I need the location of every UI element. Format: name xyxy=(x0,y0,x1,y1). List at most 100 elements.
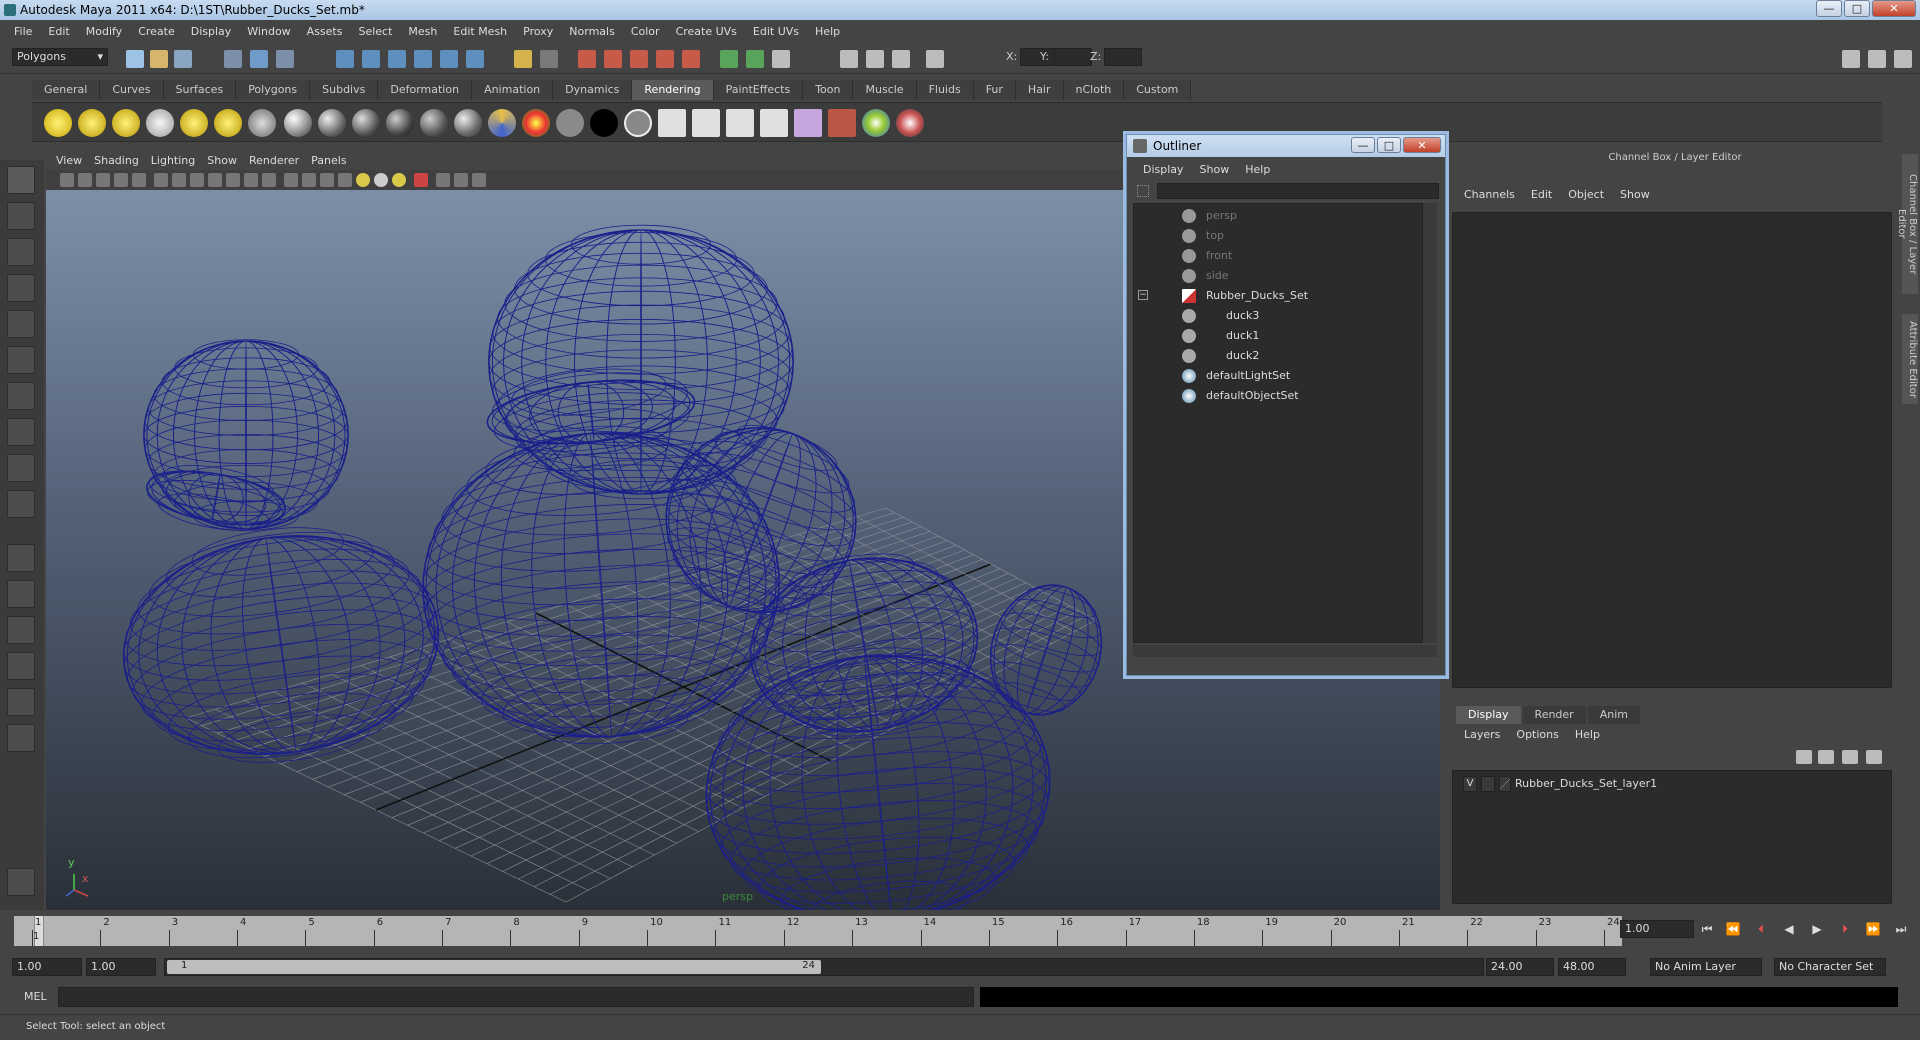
move-layer-down-icon[interactable] xyxy=(1866,750,1882,764)
snap-grid-icon[interactable] xyxy=(336,50,354,68)
layout-four-icon[interactable] xyxy=(7,580,35,608)
shading-map-icon[interactable] xyxy=(522,109,550,137)
gate-mask-icon[interactable] xyxy=(208,173,222,187)
grid-toggle-icon[interactable] xyxy=(154,173,168,187)
two-d-pan-icon[interactable] xyxy=(132,173,146,187)
layered-shader-icon[interactable] xyxy=(454,109,482,137)
outliner-item-front[interactable]: front xyxy=(1174,246,1232,266)
shelf-tab-subdivs[interactable]: Subdivs xyxy=(310,80,379,100)
render-settings-shelf-icon[interactable] xyxy=(726,109,754,137)
shelf-tab-toon[interactable]: Toon xyxy=(803,80,854,100)
layer-color-swatch[interactable] xyxy=(1499,776,1511,792)
layer-menu-help[interactable]: Help xyxy=(1567,728,1608,741)
z-field[interactable] xyxy=(1104,48,1142,66)
render-pass-icon[interactable] xyxy=(624,109,652,137)
field-chart-icon[interactable] xyxy=(226,173,240,187)
y-field[interactable] xyxy=(1054,48,1092,66)
outliner-close-button[interactable]: ✕ xyxy=(1403,137,1441,153)
menu-normals[interactable]: Normals xyxy=(561,25,623,38)
layer-tab-display[interactable]: Display xyxy=(1456,706,1521,724)
anim-layer-dropdown[interactable]: No Anim Layer xyxy=(1650,958,1762,976)
character-set-dropdown[interactable]: No Character Set xyxy=(1774,958,1886,976)
outliner-minimize-button[interactable]: — xyxy=(1351,137,1375,153)
phong-icon[interactable] xyxy=(352,109,380,137)
input-ops-icon[interactable] xyxy=(514,50,532,68)
safe-title-icon[interactable] xyxy=(262,173,276,187)
layer-display-type-toggle[interactable] xyxy=(1481,776,1495,792)
paint-icon[interactable] xyxy=(896,109,924,137)
point-light-icon[interactable] xyxy=(112,109,140,137)
show-manipulator-icon[interactable] xyxy=(7,454,35,482)
xray-icon[interactable] xyxy=(436,173,450,187)
history-icon[interactable] xyxy=(466,50,484,68)
select-component-icon[interactable] xyxy=(276,50,294,68)
surface-shader-icon[interactable] xyxy=(556,109,584,137)
construction-history-icon[interactable] xyxy=(578,50,596,68)
x-field[interactable] xyxy=(1020,48,1058,66)
quick-layout-icon[interactable] xyxy=(7,868,35,896)
ipr-render-icon[interactable] xyxy=(630,50,648,68)
use-default-light-icon[interactable] xyxy=(356,173,370,187)
layer-tab-anim[interactable]: Anim xyxy=(1587,706,1640,724)
animation-start-field[interactable]: 1.00 xyxy=(12,958,82,976)
menu-create-uvs[interactable]: Create UVs xyxy=(668,25,745,38)
output-ops-icon[interactable] xyxy=(540,50,558,68)
side-tab-attribute-editor[interactable]: Attribute Editor xyxy=(1902,314,1918,404)
playback-start-field[interactable]: 1.00 xyxy=(86,958,156,976)
shelf-tab-custom[interactable]: Custom xyxy=(1124,80,1192,100)
play-backwards-icon[interactable]: ◀ xyxy=(1778,918,1800,940)
shelf-tab-muscle[interactable]: Muscle xyxy=(853,80,917,100)
scale-tool-icon[interactable] xyxy=(7,346,35,374)
lasso-tool-icon[interactable] xyxy=(7,202,35,230)
shelf-tab-dynamics[interactable]: Dynamics xyxy=(553,80,633,100)
range-handle[interactable]: 1 24 xyxy=(167,960,821,974)
go-to-end-icon[interactable]: ⏭ xyxy=(1890,918,1912,940)
camera-attributes-icon[interactable] xyxy=(78,173,92,187)
layout-outliner-icon[interactable] xyxy=(7,616,35,644)
outliner-menu-show[interactable]: Show xyxy=(1192,163,1238,176)
shelf-tab-hair[interactable]: Hair xyxy=(1015,80,1064,100)
menu-modify[interactable]: Modify xyxy=(78,25,130,38)
shelf-tab-surfaces[interactable]: Surfaces xyxy=(163,80,237,100)
layer-row[interactable]: V Rubber_Ducks_Set_layer1 xyxy=(1453,775,1891,793)
menu-help[interactable]: Help xyxy=(807,25,848,38)
snap-point-icon[interactable] xyxy=(388,50,406,68)
time-slider[interactable]: 1 1 2 3 4 5 6 7 8 9 10 11 12 13 14 15 16 17 18 19 20 21 22 23 2… xyxy=(0,912,1920,952)
maximize-button[interactable]: □ xyxy=(1844,0,1870,17)
shelf-tab-painteffects[interactable]: PaintEffects xyxy=(713,80,804,100)
paint-select-tool-icon[interactable] xyxy=(7,238,35,266)
new-layer-selected-icon[interactable] xyxy=(1818,750,1834,764)
time-slider-track[interactable]: 1 1 2 3 4 5 6 7 8 9 10 11 12 13 14 15 16 17 18 19 20 21 22 23 2… xyxy=(14,916,1622,946)
menuset-dropdown[interactable]: Polygons ▾ xyxy=(12,48,108,66)
shelf-tab-fur[interactable]: Fur xyxy=(973,80,1016,100)
close-button[interactable]: ✕ xyxy=(1872,0,1916,17)
playback-end-field[interactable]: 24.00 xyxy=(1486,958,1554,976)
menu-proxy[interactable]: Proxy xyxy=(515,25,561,38)
textured-icon[interactable] xyxy=(338,173,352,187)
side-tab-channel-box[interactable]: Channel Box / Layer Editor xyxy=(1896,154,1918,294)
shadows-icon[interactable] xyxy=(392,173,406,187)
outliner-maximize-button[interactable]: □ xyxy=(1377,137,1401,153)
outliner-menu-help[interactable]: Help xyxy=(1237,163,1278,176)
hypershade-shelf-icon[interactable] xyxy=(794,109,822,137)
cb-menu-channels[interactable]: Channels xyxy=(1456,188,1523,201)
outliner-item-duck2[interactable]: duck2 xyxy=(1174,346,1259,366)
outliner-item-duck1[interactable]: duck1 xyxy=(1174,326,1259,346)
ipr-icon[interactable] xyxy=(692,109,720,137)
directional-light-icon[interactable] xyxy=(78,109,106,137)
menu-create[interactable]: Create xyxy=(130,25,183,38)
layer-tab-render[interactable]: Render xyxy=(1522,706,1586,724)
shelf-tab-fluids[interactable]: Fluids xyxy=(916,80,974,100)
shelf-tab-animation[interactable]: Animation xyxy=(472,80,554,100)
menu-edit[interactable]: Edit xyxy=(40,25,77,38)
use-all-lights-icon[interactable] xyxy=(374,173,388,187)
hypershade-icon[interactable] xyxy=(682,50,700,68)
area-light-icon[interactable] xyxy=(180,109,208,137)
safe-action-icon[interactable] xyxy=(244,173,258,187)
layout-graph-icon[interactable] xyxy=(7,652,35,680)
outliner-item-rubber-ducks-set[interactable]: Rubber_Ducks_Set xyxy=(1174,286,1308,306)
wireframe-on-shaded-icon[interactable] xyxy=(320,173,334,187)
menu-edit-mesh[interactable]: Edit Mesh xyxy=(445,25,515,38)
shelf-tab-deformation[interactable]: Deformation xyxy=(378,80,473,100)
show-hide-attribute-icon[interactable] xyxy=(772,50,790,68)
